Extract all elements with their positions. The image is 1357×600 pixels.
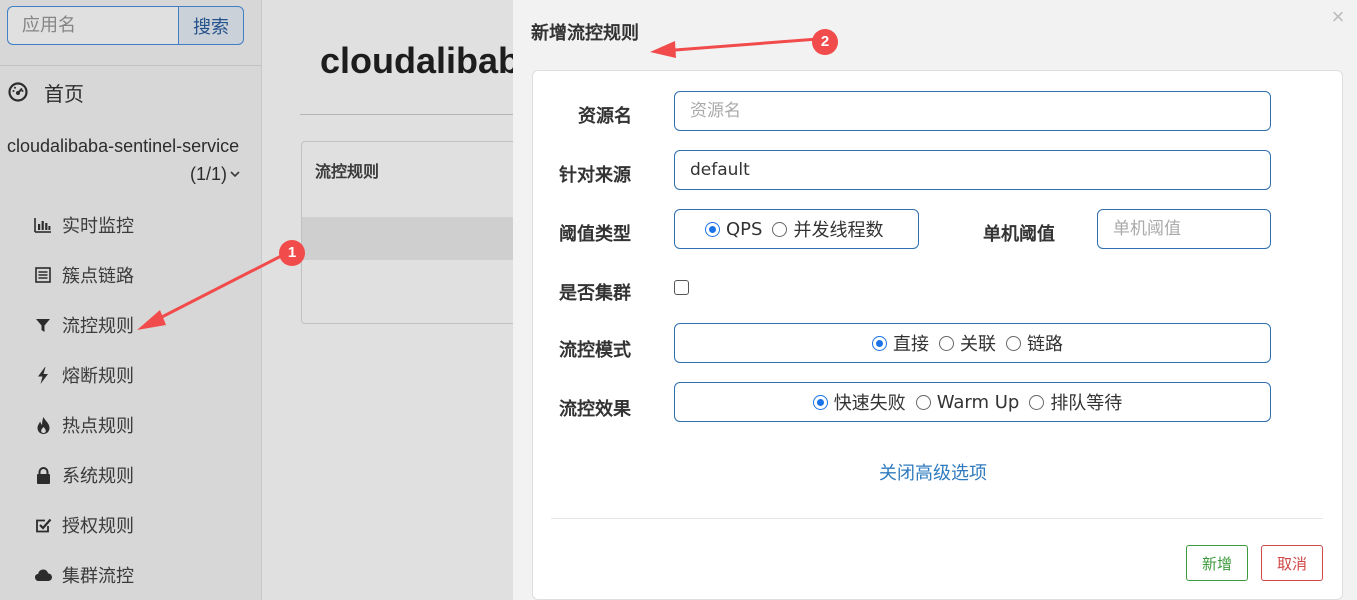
step-badge-2: 2 — [812, 29, 838, 55]
radio-concurrent-threads[interactable]: 并发线程数 — [772, 216, 883, 242]
divider — [551, 518, 1323, 519]
radio-button[interactable] — [1006, 335, 1021, 351]
radio-direct[interactable]: 直接 — [872, 330, 929, 356]
mode-radio-group: 直接 关联 链路 — [674, 323, 1271, 363]
radio-button-checked[interactable] — [872, 335, 887, 351]
radio-button[interactable] — [1029, 394, 1045, 410]
effect-label: 流控效果 — [559, 399, 631, 420]
radio-label: Warm Up — [936, 391, 1020, 413]
radio-button-checked[interactable] — [812, 394, 828, 410]
add-flow-rule-dialog: 新增流控规则 × 资源名 针对来源 阈值类型 QPS 并发线程数 单机阈值 是否… — [513, 0, 1357, 600]
resource-name-input[interactable] — [674, 91, 1271, 131]
add-button[interactable]: 新增 — [1186, 545, 1248, 581]
source-input[interactable] — [674, 150, 1271, 190]
radio-fail-fast[interactable]: 快速失败 — [812, 389, 906, 415]
single-threshold-input[interactable] — [1097, 209, 1271, 249]
radio-warm-up[interactable]: Warm Up — [915, 391, 1020, 413]
cancel-button[interactable]: 取消 — [1261, 545, 1323, 581]
radio-related[interactable]: 关联 — [939, 330, 996, 356]
toggle-advanced-options-link[interactable]: 关闭高级选项 — [879, 459, 987, 485]
radio-label: 快速失败 — [833, 393, 906, 414]
threshold-type-label: 阈值类型 — [559, 224, 631, 245]
mode-label: 流控模式 — [559, 340, 631, 361]
radio-label: 链路 — [1027, 334, 1063, 355]
radio-button-checked[interactable] — [705, 221, 720, 237]
radio-label: 直接 — [893, 334, 929, 355]
step-badge-1: 1 — [279, 240, 305, 266]
cluster-label: 是否集群 — [559, 283, 631, 304]
effect-radio-group: 快速失败 Warm Up 排队等待 — [674, 382, 1271, 422]
radio-button[interactable] — [915, 394, 931, 410]
radio-qps[interactable]: QPS — [705, 219, 762, 240]
radio-label: 并发线程数 — [793, 220, 884, 241]
close-icon[interactable]: × — [1327, 6, 1349, 28]
dialog-body: 资源名 针对来源 阈值类型 QPS 并发线程数 单机阈值 是否集群 流控模式 — [532, 70, 1343, 600]
dialog-title: 新增流控规则 — [531, 23, 639, 44]
radio-chain[interactable]: 链路 — [1006, 330, 1063, 356]
cluster-checkbox[interactable] — [674, 280, 689, 295]
source-label: 针对来源 — [559, 165, 631, 186]
radio-queue[interactable]: 排队等待 — [1029, 389, 1122, 415]
threshold-type-radio-group: QPS 并发线程数 — [674, 209, 919, 249]
radio-button[interactable] — [772, 221, 788, 237]
radio-label: QPS — [726, 218, 763, 240]
single-threshold-label: 单机阈值 — [983, 224, 1055, 245]
radio-label: 排队等待 — [1050, 393, 1123, 414]
radio-button[interactable] — [939, 335, 954, 351]
resource-label: 资源名 — [578, 106, 632, 127]
radio-label: 关联 — [960, 334, 996, 355]
